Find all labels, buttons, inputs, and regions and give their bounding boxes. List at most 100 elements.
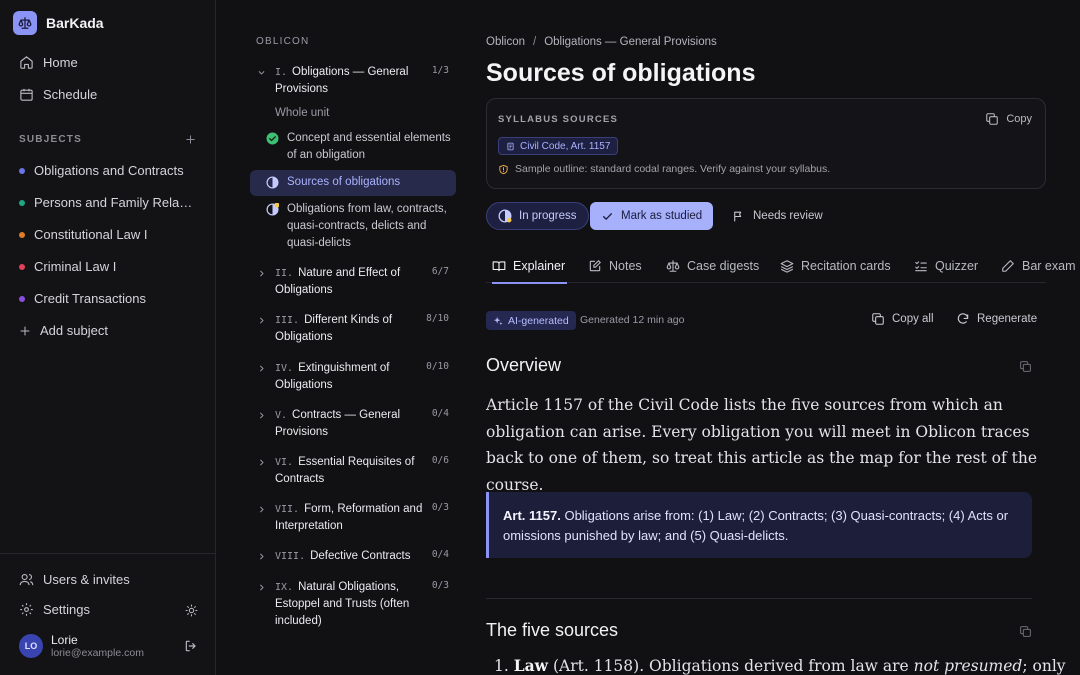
- subject-item[interactable]: Obligations and Contracts: [19, 163, 184, 178]
- unit-number: V.: [275, 410, 288, 421]
- outline-unit[interactable]: IX. Natural Obligations, Estoppel and Tru…: [256, 579, 456, 630]
- outline-unit[interactable]: VII. Form, Reformation and Interpretation…: [256, 501, 456, 535]
- sub-item[interactable]: Concept and essential elements of an obl…: [266, 130, 456, 164]
- edit-note-icon: [588, 259, 602, 273]
- unit-progress-count: 6/7: [431, 266, 449, 277]
- nav-home[interactable]: Home: [18, 54, 78, 70]
- subject-color-dot: [19, 231, 25, 238]
- unit-progress-count: 0/10: [426, 361, 449, 372]
- user-email: lorie@example.com: [51, 647, 144, 659]
- outline-unit[interactable]: III. Different Kinds of Obligations 8/10: [256, 312, 456, 346]
- mark-as-studied-label: Mark as studied: [621, 210, 703, 222]
- document-icon: [506, 142, 515, 151]
- sub-item-active[interactable]: Sources of obligations: [266, 174, 456, 191]
- subjects-label: SUBJECTS: [19, 134, 82, 145]
- add-subject-plus-icon[interactable]: [184, 133, 196, 145]
- subject-name: Obligations and Contracts: [34, 163, 184, 178]
- outline-unit[interactable]: VI. Essential Requisites of Contracts 0/6: [256, 454, 456, 488]
- tab-recitation-cards[interactable]: Recitation cards: [780, 249, 891, 283]
- unit-progress-count: 0/3: [431, 502, 449, 513]
- sub-whole-unit[interactable]: Whole unit: [275, 105, 465, 122]
- breadcrumb-item[interactable]: Obligations — General Provisions: [544, 36, 717, 48]
- tab-case-digests[interactable]: Case digests: [666, 249, 759, 283]
- half-circle-progress-icon: [266, 176, 279, 189]
- chevron-right-icon: [256, 363, 266, 373]
- flag-icon: [732, 210, 745, 223]
- five-sources-heading: The five sources: [486, 620, 619, 640]
- sub-item[interactable]: Obligations from law, contracts, quasi-c…: [266, 201, 456, 252]
- avatar[interactable]: LO: [19, 634, 43, 658]
- chevron-down-icon: [256, 67, 266, 77]
- quote-text: Obligations arise from: (1) Law; (2) Con…: [503, 508, 1009, 543]
- refresh-icon: [956, 312, 970, 326]
- copy-button[interactable]: Copy: [985, 112, 1032, 126]
- regenerate-button[interactable]: Regenerate: [956, 312, 1037, 326]
- check-icon: [601, 210, 614, 223]
- unit-title: Obligations — General Provisions: [275, 66, 409, 95]
- check-circle-icon: [266, 132, 279, 145]
- syllabus-note-text: Sample outline: standard codal ranges. V…: [515, 163, 831, 175]
- unit-number: IV.: [275, 363, 294, 374]
- sub-label: Obligations from law, contracts, quasi-c…: [287, 203, 447, 249]
- needs-review-button[interactable]: Needs review: [728, 202, 827, 230]
- status-in-progress-label: In progress: [519, 210, 577, 222]
- tab-label: Bar exam: [1022, 259, 1076, 273]
- subject-item[interactable]: Credit Transactions: [19, 291, 146, 306]
- source-chip[interactable]: Civil Code, Art. 1157: [498, 137, 619, 155]
- user-name: Lorie: [51, 633, 78, 647]
- tab-notes[interactable]: Notes: [588, 249, 642, 283]
- syllabus-label: SYLLABUS SOURCES: [498, 114, 619, 125]
- layers-icon: [780, 259, 794, 273]
- plus-icon: [19, 325, 31, 337]
- unit-progress-count: 0/6: [431, 455, 449, 466]
- nav-schedule[interactable]: Schedule: [18, 86, 97, 102]
- quote-ref: Art. 1157.: [503, 508, 561, 523]
- subject-item[interactable]: Constitutional Law I: [19, 227, 147, 242]
- chevron-right-icon: [256, 582, 266, 592]
- subject-name: Criminal Law I: [34, 259, 117, 274]
- logout-icon[interactable]: [184, 639, 198, 653]
- nav-settings[interactable]: Settings: [18, 601, 90, 617]
- outline-unit[interactable]: II. Nature and Effect of Obligations 6/7: [256, 265, 456, 299]
- scales-icon: [666, 259, 680, 273]
- outline-unit[interactable]: V. Contracts — General Provisions 0/4: [256, 407, 456, 441]
- tab-bar-exam[interactable]: Bar exam: [1001, 249, 1076, 283]
- nav-users-label: Users & invites: [43, 571, 130, 587]
- copy-all-label: Copy all: [892, 313, 934, 325]
- breadcrumb-item[interactable]: Oblicon: [486, 36, 525, 48]
- nav-users-invites[interactable]: Users & invites: [18, 571, 130, 587]
- list-rest: ; only: [1022, 657, 1066, 675]
- outline-panel: OBLICON I. Obligations — General Provisio…: [216, 0, 466, 675]
- brand[interactable]: BarKada: [13, 11, 104, 35]
- unit-title: Essential Requisites of Contracts: [275, 456, 415, 485]
- sun-theme-toggle-icon[interactable]: [184, 603, 198, 617]
- home-icon: [18, 54, 34, 70]
- list-number: 1.: [494, 657, 509, 675]
- page-title: Sources of obligations: [486, 59, 756, 87]
- unit-progress-count: 8/10: [426, 313, 449, 324]
- mark-as-studied-button[interactable]: Mark as studied: [590, 202, 714, 230]
- subject-color-dot: [19, 295, 25, 302]
- regenerate-label: Regenerate: [977, 313, 1038, 325]
- copy-section-icon[interactable]: [1018, 359, 1032, 373]
- generated-timestamp: Generated 12 min ago: [580, 314, 685, 326]
- outline-title: OBLICON: [256, 36, 310, 47]
- copy-section-icon[interactable]: [1018, 624, 1032, 638]
- chevron-right-icon: [256, 410, 266, 420]
- status-in-progress-button[interactable]: In progress: [486, 202, 589, 230]
- subject-item[interactable]: Persons and Family Rela…: [19, 195, 192, 210]
- list-term: Law: [513, 656, 549, 675]
- subject-item[interactable]: Criminal Law I: [19, 259, 116, 274]
- tab-explainer[interactable]: Explainer: [492, 249, 568, 284]
- outline-unit[interactable]: IV. Extinguishment of Obligations 0/10: [256, 360, 456, 394]
- unit-number: I.: [275, 67, 288, 78]
- unit-progress-count: 1/3: [431, 65, 449, 76]
- overview-paragraph: Article 1157 of the Civil Code lists the…: [486, 396, 1038, 494]
- unit-progress-count: 0/4: [431, 549, 449, 560]
- outline-unit[interactable]: VIII. Defective Contracts 0/4: [256, 548, 456, 565]
- tab-quizzer[interactable]: Quizzer: [914, 249, 978, 283]
- half-circle-flagged-icon: [266, 203, 279, 216]
- outline-unit[interactable]: I. Obligations — General Provisions 1/3: [256, 64, 456, 98]
- copy-all-button[interactable]: Copy all: [871, 312, 934, 326]
- add-subject-button[interactable]: Add subject: [19, 323, 108, 338]
